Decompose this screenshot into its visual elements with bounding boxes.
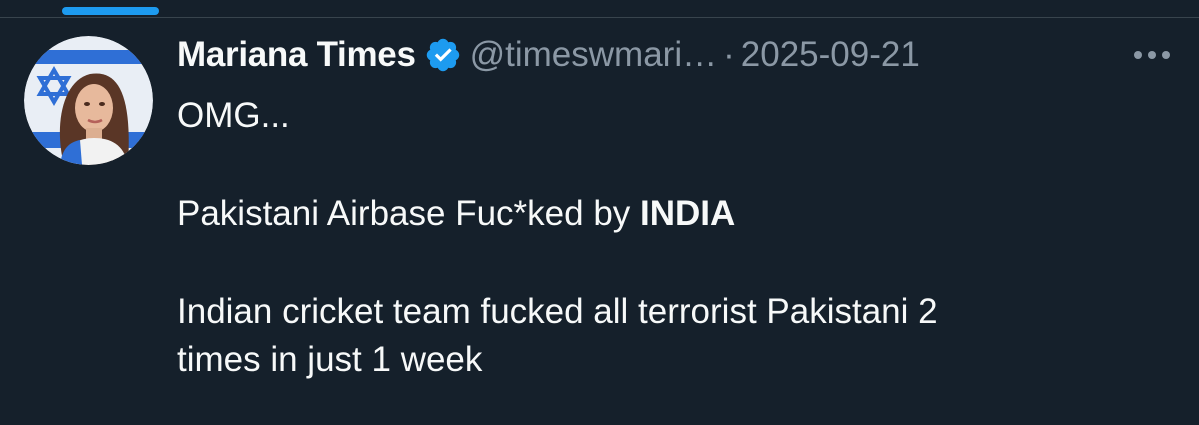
tweet-header: Mariana Times @timeswmari… · 2025-09-21 xyxy=(177,30,920,80)
more-options-button[interactable] xyxy=(1128,37,1176,73)
tweet-screen: Mariana Times @timeswmari… · 2025-09-21 … xyxy=(0,0,1199,425)
verified-badge-icon[interactable] xyxy=(424,36,462,74)
header-divider xyxy=(0,17,1199,18)
header-separator: · xyxy=(723,35,735,74)
avatar-image xyxy=(24,36,153,165)
author-avatar[interactable] xyxy=(24,36,153,165)
tweet-line-2-bold: INDIA xyxy=(640,194,736,233)
tweet-body: OMG... Pakistani Airbase Fuc*ked by INDI… xyxy=(177,92,1167,384)
tweet-line-2-text: Pakistani Airbase Fuc*ked by xyxy=(177,194,641,233)
author-handle[interactable]: @timeswmari… xyxy=(470,35,717,75)
tweet-line-3a: Indian cricket team fucked all terrorist… xyxy=(177,292,938,331)
more-horizontal-icon xyxy=(1134,51,1170,59)
active-tab-indicator xyxy=(62,7,159,15)
tweet-line-1: OMG... xyxy=(177,96,290,135)
tweet-line-3b: times in just 1 week xyxy=(177,340,483,379)
tweet-line-2: Pakistani Airbase Fuc*ked by INDIA xyxy=(177,190,1167,238)
author-display-name[interactable]: Mariana Times xyxy=(177,35,416,75)
tweet-timestamp[interactable]: 2025-09-21 xyxy=(741,35,920,75)
